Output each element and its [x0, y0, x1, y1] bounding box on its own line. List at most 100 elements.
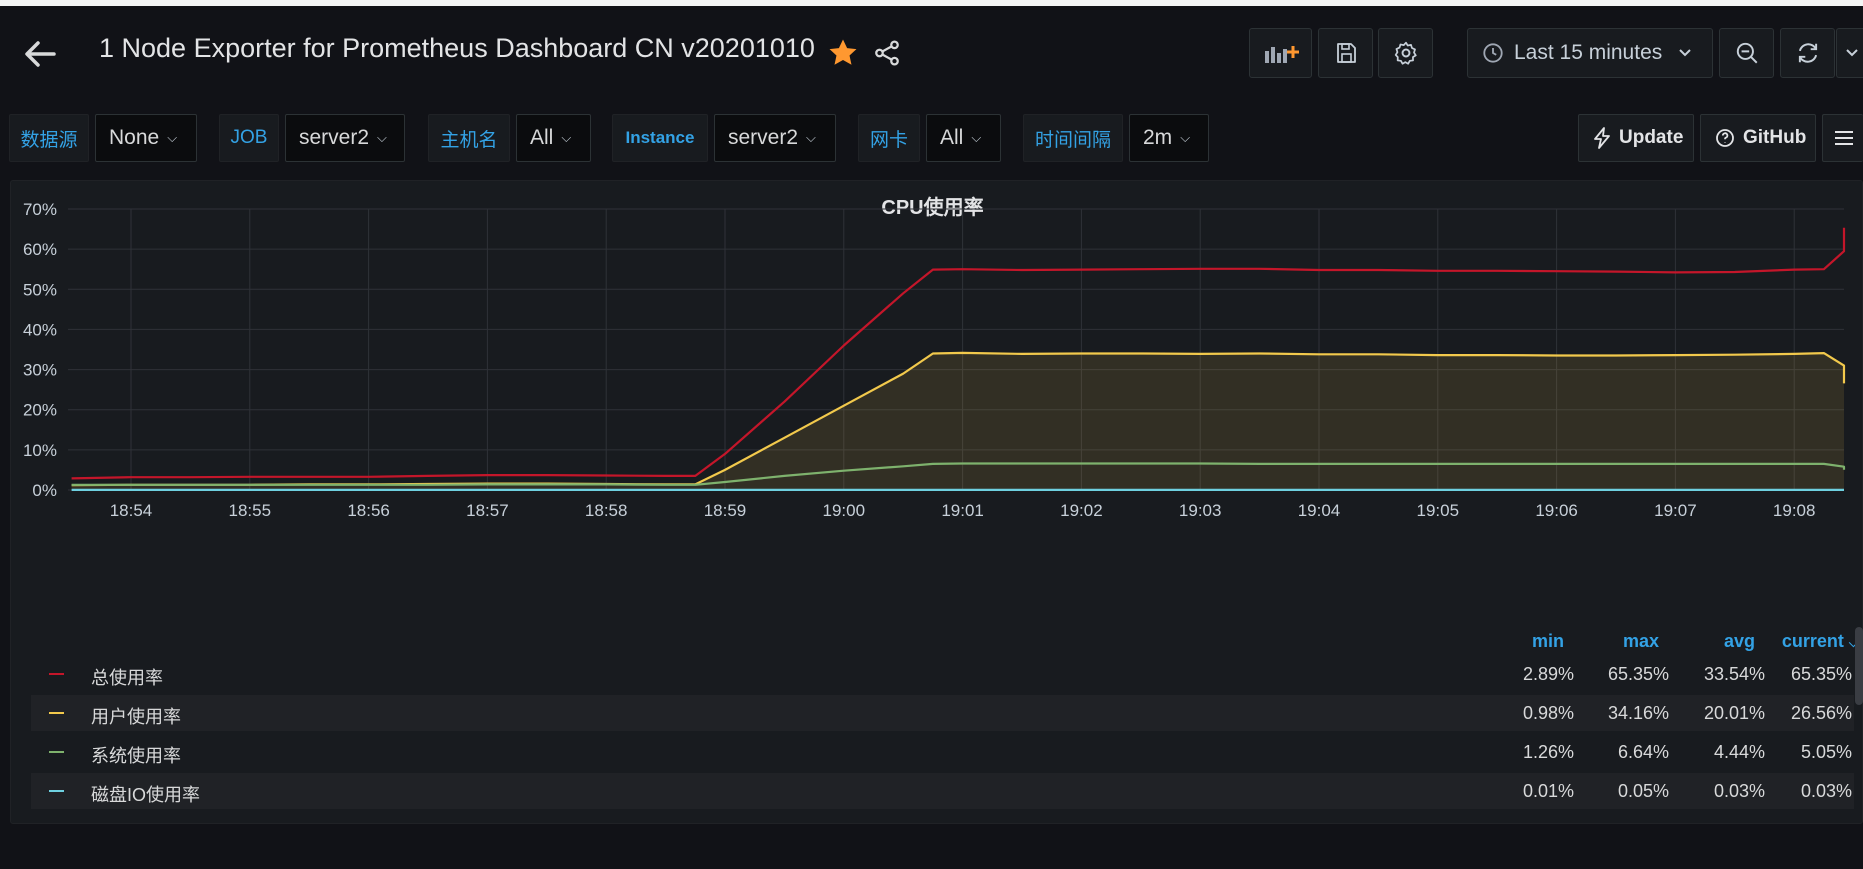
series-area-1: [71, 352, 1845, 490]
x-tick-label: 18:59: [704, 501, 747, 520]
var-value: server2: [728, 126, 799, 149]
zoom-out-icon: [1736, 42, 1757, 64]
hamburger-icon: [1835, 131, 1853, 145]
chevron-down-icon: [1679, 49, 1691, 57]
clock-icon: [1483, 43, 1503, 63]
legend-col-current[interactable]: current ⌵: [1756, 631, 1858, 652]
y-tick-label: 30%: [23, 361, 57, 380]
chevron-down-icon: ⌵: [806, 130, 816, 145]
var-value: 2m: [1143, 126, 1173, 149]
legend-col-max[interactable]: max: [1579, 631, 1659, 652]
dashboard-navbar: 1 Node Exporter for Prometheus Dashboard…: [0, 6, 1863, 90]
gear-icon: [1394, 41, 1417, 65]
legend-swatch[interactable]: [49, 790, 64, 792]
legend-current: 5.05%: [1800, 742, 1852, 762]
legend-series-name[interactable]: 总使用率: [91, 664, 163, 690]
info-circle-icon: [1716, 129, 1734, 147]
legend-avg: 20.01%: [1703, 703, 1765, 723]
dashboard-links-menu-button[interactable]: [1822, 114, 1863, 162]
x-tick-label: 19:05: [1417, 501, 1460, 520]
arrow-left-icon: [25, 41, 56, 67]
var-select-datasource[interactable]: None ⌵: [95, 114, 197, 162]
legend-row-disk-io: 磁盘IO使用率 0.01% 0.05% 0.03% 0.03%: [31, 773, 1854, 809]
legend-max: 65.35%: [1607, 664, 1669, 684]
time-range-picker[interactable]: Last 15 minutes: [1467, 28, 1713, 78]
update-link-label: Update: [1619, 127, 1684, 148]
x-tick-label: 19:03: [1179, 501, 1222, 520]
legend-swatch[interactable]: [49, 751, 64, 753]
legend-max: 34.16%: [1607, 703, 1669, 723]
save-icon: [1336, 43, 1356, 63]
template-variables-bar: 数据源 None ⌵ JOB server2 ⌵ 主机名 All ⌵ Instance…: [0, 114, 1863, 164]
var-label-datasource: 数据源: [9, 114, 89, 162]
legend-min: 0.98%: [1522, 703, 1574, 723]
legend-min: 1.26%: [1522, 742, 1574, 762]
legend-col-min[interactable]: min: [1484, 631, 1564, 652]
chevron-down-icon: ⌵: [167, 130, 178, 145]
var-label-hostname: 主机名: [428, 114, 510, 162]
var-select-instance[interactable]: server2 ⌵: [714, 114, 836, 162]
cpu-usage-chart[interactable]: 0% 10% 20% 30% 40% 50% 60% 70% 18:54 18:55 18:56 18…: [11, 181, 1863, 601]
legend-current: 26.56%: [1790, 703, 1852, 723]
var-label-nic: 网卡: [858, 114, 920, 162]
legend-series-name[interactable]: 用户使用率: [91, 703, 181, 729]
legend-scrollbar[interactable]: [1855, 627, 1863, 705]
chevron-down-icon: ⌵: [377, 130, 387, 145]
chevron-down-icon: ⌵: [1180, 130, 1191, 145]
x-tick-label: 19:04: [1298, 501, 1341, 520]
add-panel-icon: [1264, 46, 1299, 63]
github-link-label: GitHub: [1743, 127, 1807, 148]
legend-swatch[interactable]: [49, 712, 64, 714]
var-label-job: JOB: [219, 114, 279, 162]
legend-row-user: 用户使用率 0.98% 34.16% 20.01% 26.56%: [31, 695, 1854, 731]
x-tick-label: 18:55: [229, 501, 272, 520]
legend-min: 2.89%: [1522, 664, 1574, 684]
y-tick-label: 10%: [23, 441, 57, 460]
settings-button[interactable]: [1378, 28, 1433, 78]
legend-series-name[interactable]: 系统使用率: [91, 742, 181, 768]
var-label-interval: 时间间隔: [1023, 114, 1123, 162]
chevron-down-icon: [1845, 49, 1858, 57]
x-tick-label: 19:01: [941, 501, 984, 520]
chevron-down-icon: ⌵: [561, 130, 572, 145]
x-tick-label: 18:58: [585, 501, 628, 520]
var-select-nic[interactable]: All ⌵: [926, 114, 1001, 162]
legend-avg: 0.03%: [1713, 781, 1765, 801]
x-tick-label: 18:57: [466, 501, 509, 520]
y-tick-label: 20%: [23, 401, 57, 420]
github-link-button[interactable]: GitHub: [1700, 114, 1816, 162]
x-tick-label: 19:07: [1654, 501, 1697, 520]
cpu-usage-panel: CPU使用率 0% 10% 20% 30% 40% 50% 60% 70% 18:54 18:55…: [10, 180, 1863, 824]
share-icon[interactable]: [872, 36, 902, 70]
var-select-hostname[interactable]: All ⌵: [516, 114, 591, 162]
legend-row-system: 系统使用率 1.26% 6.64% 4.44% 5.05%: [31, 734, 1854, 770]
x-tick-label: 19:08: [1773, 501, 1816, 520]
zoom-out-button[interactable]: [1719, 28, 1774, 78]
refresh-button[interactable]: [1780, 28, 1835, 78]
legend-series-name[interactable]: 磁盘IO使用率: [91, 781, 200, 807]
back-button[interactable]: [20, 34, 60, 74]
add-panel-button[interactable]: [1249, 28, 1312, 78]
legend-avg: 33.54%: [1703, 664, 1765, 684]
star-icon[interactable]: [826, 36, 860, 70]
refresh-icon: [1798, 43, 1817, 63]
legend-current: 65.35%: [1790, 664, 1852, 684]
dashboard-title[interactable]: 1 Node Exporter for Prometheus Dashboard…: [99, 33, 815, 64]
legend-col-avg[interactable]: avg: [1675, 631, 1755, 652]
var-select-job[interactable]: server2 ⌵: [285, 114, 405, 162]
y-tick-label: 70%: [23, 200, 57, 219]
legend-col-current-label: current: [1781, 631, 1844, 651]
refresh-interval-dropdown[interactable]: [1836, 28, 1863, 78]
legend-swatch[interactable]: [49, 673, 64, 675]
update-link-button[interactable]: Update: [1578, 114, 1694, 162]
y-tick-label: 40%: [23, 320, 57, 339]
x-tick-label: 19:00: [823, 501, 866, 520]
var-select-interval[interactable]: 2m ⌵: [1129, 114, 1209, 162]
x-tick-label: 19:06: [1535, 501, 1578, 520]
legend-max: 6.64%: [1617, 742, 1669, 762]
var-label-instance: Instance: [612, 114, 708, 162]
x-tick-label: 19:02: [1060, 501, 1103, 520]
x-tick-label: 18:56: [347, 501, 390, 520]
legend-row-total: 总使用率 2.89% 65.35% 33.54% 65.35%: [31, 656, 1854, 692]
save-dashboard-button[interactable]: [1318, 28, 1373, 78]
